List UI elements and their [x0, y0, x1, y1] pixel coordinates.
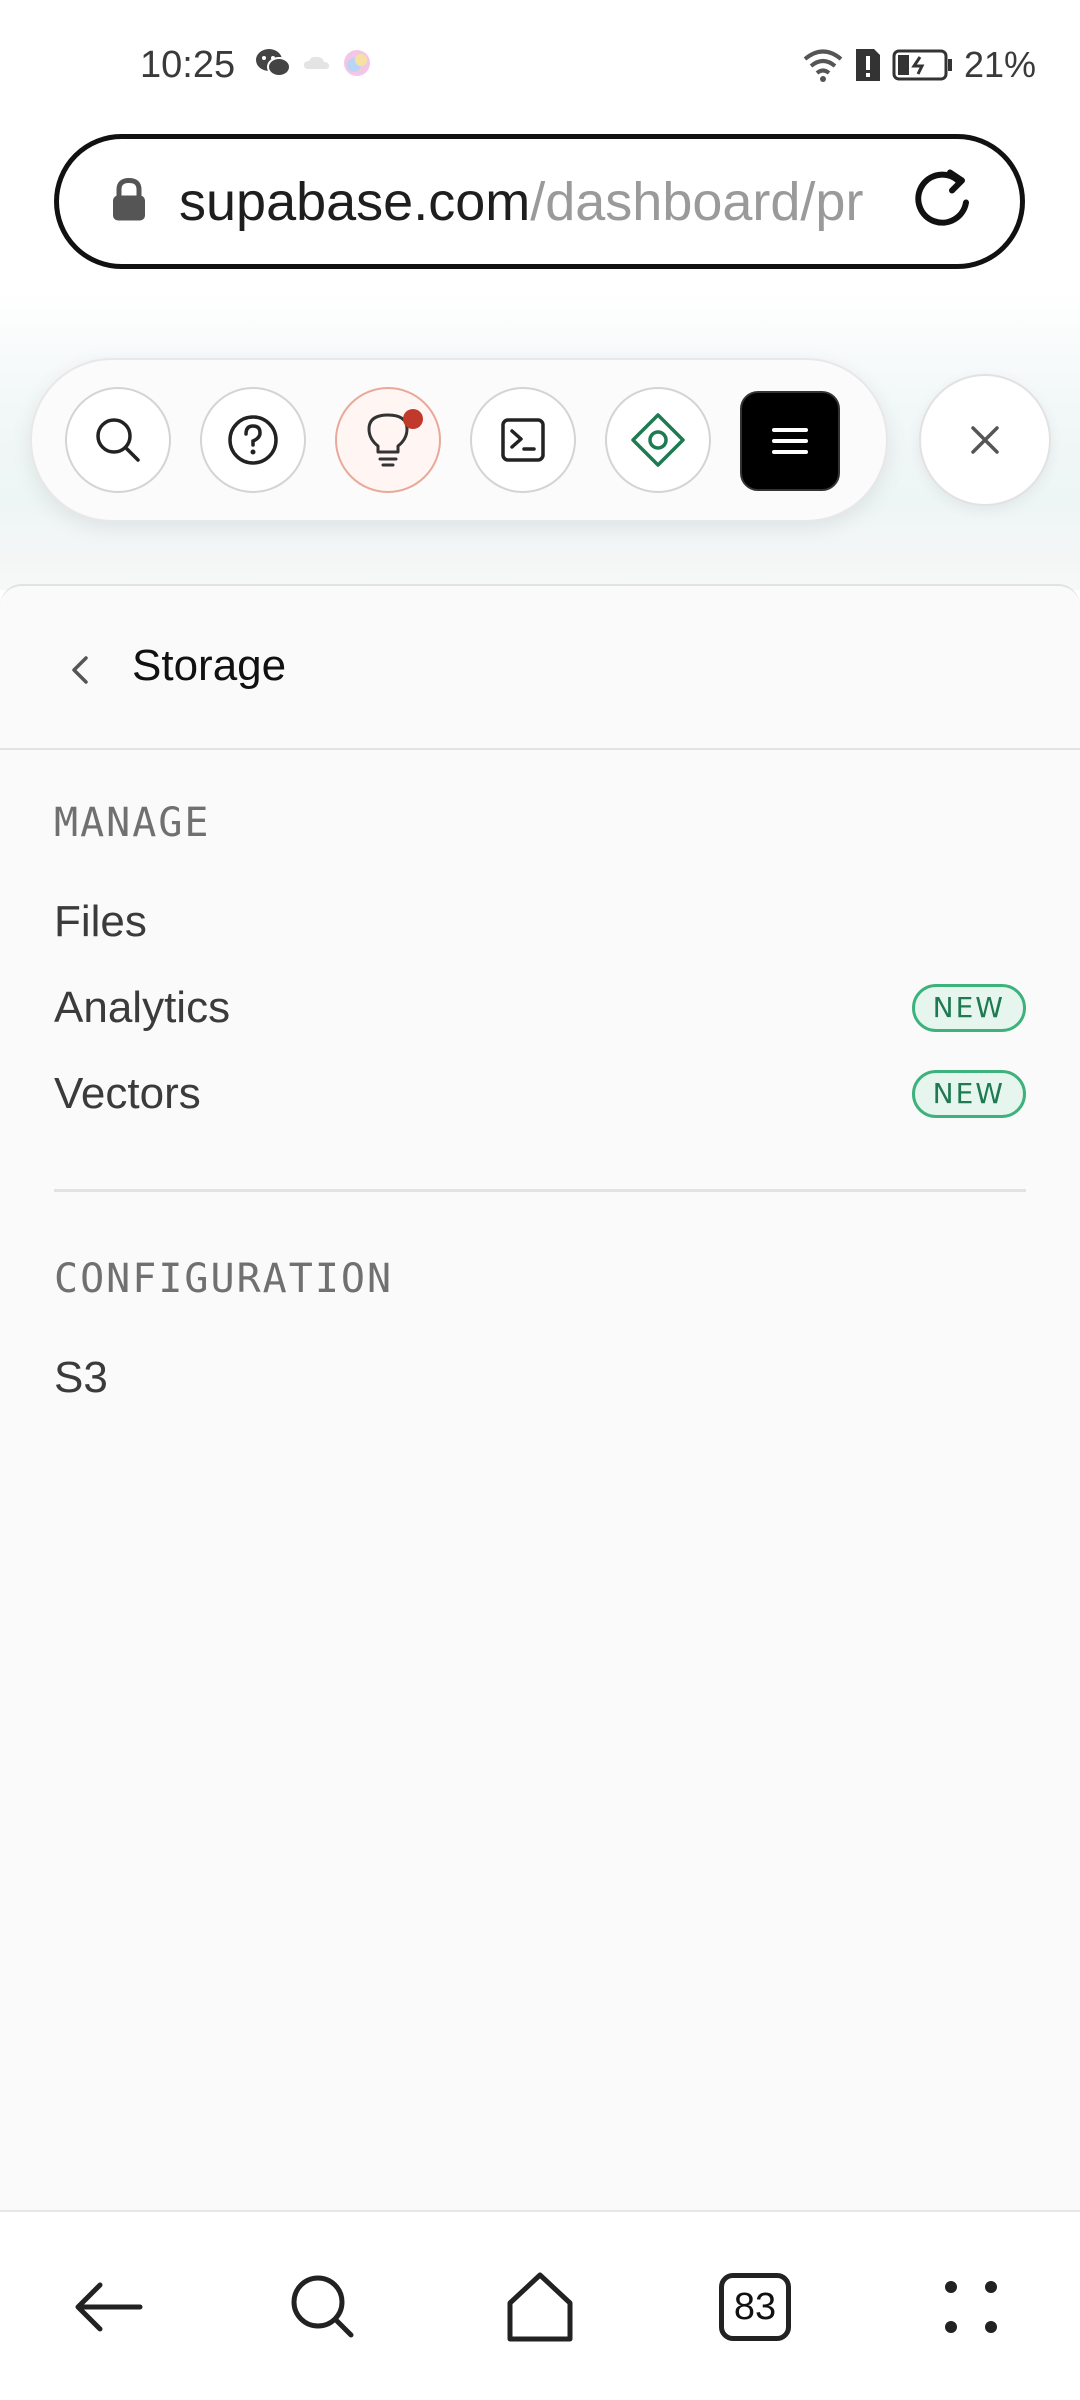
reload-icon[interactable]: [908, 164, 978, 239]
sim-alert-icon: [855, 49, 880, 81]
help-button[interactable]: [200, 387, 306, 493]
search-icon: [96, 418, 140, 462]
more-nav-button[interactable]: [916, 2252, 1026, 2362]
close-button[interactable]: [919, 374, 1051, 506]
search-icon: [291, 2275, 354, 2338]
panel-header: Storage: [0, 586, 1080, 750]
diamond-target-icon: [631, 413, 685, 467]
nav-item-label: Files: [54, 897, 147, 946]
storage-menu-panel: Storage MANAGE Files Analytics NEW Vecto…: [0, 584, 1080, 2210]
search-nav-button[interactable]: [268, 2252, 378, 2362]
help-icon: [228, 415, 278, 465]
nav-item-label: Vectors: [54, 1069, 201, 1118]
battery-icon: [892, 49, 952, 81]
sql-terminal-button[interactable]: [470, 387, 576, 493]
advisor-button[interactable]: [605, 387, 711, 493]
browser-bottom-nav: 83: [0, 2210, 1080, 2400]
wifi-icon: [803, 49, 843, 82]
nav-item-analytics[interactable]: Analytics NEW: [54, 968, 1026, 1048]
back-nav-button[interactable]: [53, 2252, 163, 2362]
app-icon: [344, 50, 370, 76]
close-icon: [971, 426, 999, 454]
url-path: /dashboard/pr: [530, 171, 864, 232]
nav-item-s3[interactable]: S3: [54, 1338, 1026, 1418]
lock-icon: [109, 176, 149, 227]
menu-icon: [772, 428, 808, 454]
notification-icons: [254, 46, 372, 80]
battery-percent: 21%: [963, 44, 1036, 85]
section-divider: [54, 1189, 1026, 1192]
address-bar[interactable]: supabase.com/dashboard/pr: [54, 134, 1025, 269]
status-time: 10:25: [140, 44, 236, 86]
tabs-nav-button[interactable]: 83: [700, 2252, 810, 2362]
section-heading-configuration: CONFIGURATION: [54, 1256, 394, 1302]
back-button[interactable]: [62, 648, 98, 697]
home-icon: [507, 2272, 573, 2342]
url-text[interactable]: supabase.com/dashboard/pr: [179, 171, 924, 233]
section-heading-manage: MANAGE: [54, 800, 211, 846]
chevron-left-icon: [72, 656, 88, 684]
new-badge: NEW: [911, 1069, 1026, 1119]
wechat-icon: [256, 49, 291, 77]
status-right: 21%: [802, 44, 1036, 86]
menu-button[interactable]: [740, 391, 840, 491]
tabs-count: 83: [719, 2273, 791, 2341]
search-button[interactable]: [65, 387, 171, 493]
nav-item-vectors[interactable]: Vectors NEW: [54, 1054, 1026, 1134]
nav-item-files[interactable]: Files: [54, 882, 1026, 962]
home-nav-button[interactable]: [485, 2252, 595, 2362]
terminal-icon: [501, 418, 545, 462]
url-host: supabase.com: [179, 171, 531, 232]
cloud-icon: [304, 56, 329, 69]
notification-dot: [403, 409, 423, 429]
more-dots-icon: [945, 2281, 997, 2333]
arrow-left-icon: [75, 2282, 143, 2332]
nav-item-label: S3: [54, 1353, 108, 1402]
nav-item-label: Analytics: [54, 983, 231, 1032]
tips-button[interactable]: [335, 387, 441, 493]
new-badge: NEW: [911, 983, 1026, 1033]
status-bar: 10:25 21%: [0, 0, 1080, 130]
panel-title: Storage: [132, 641, 287, 690]
